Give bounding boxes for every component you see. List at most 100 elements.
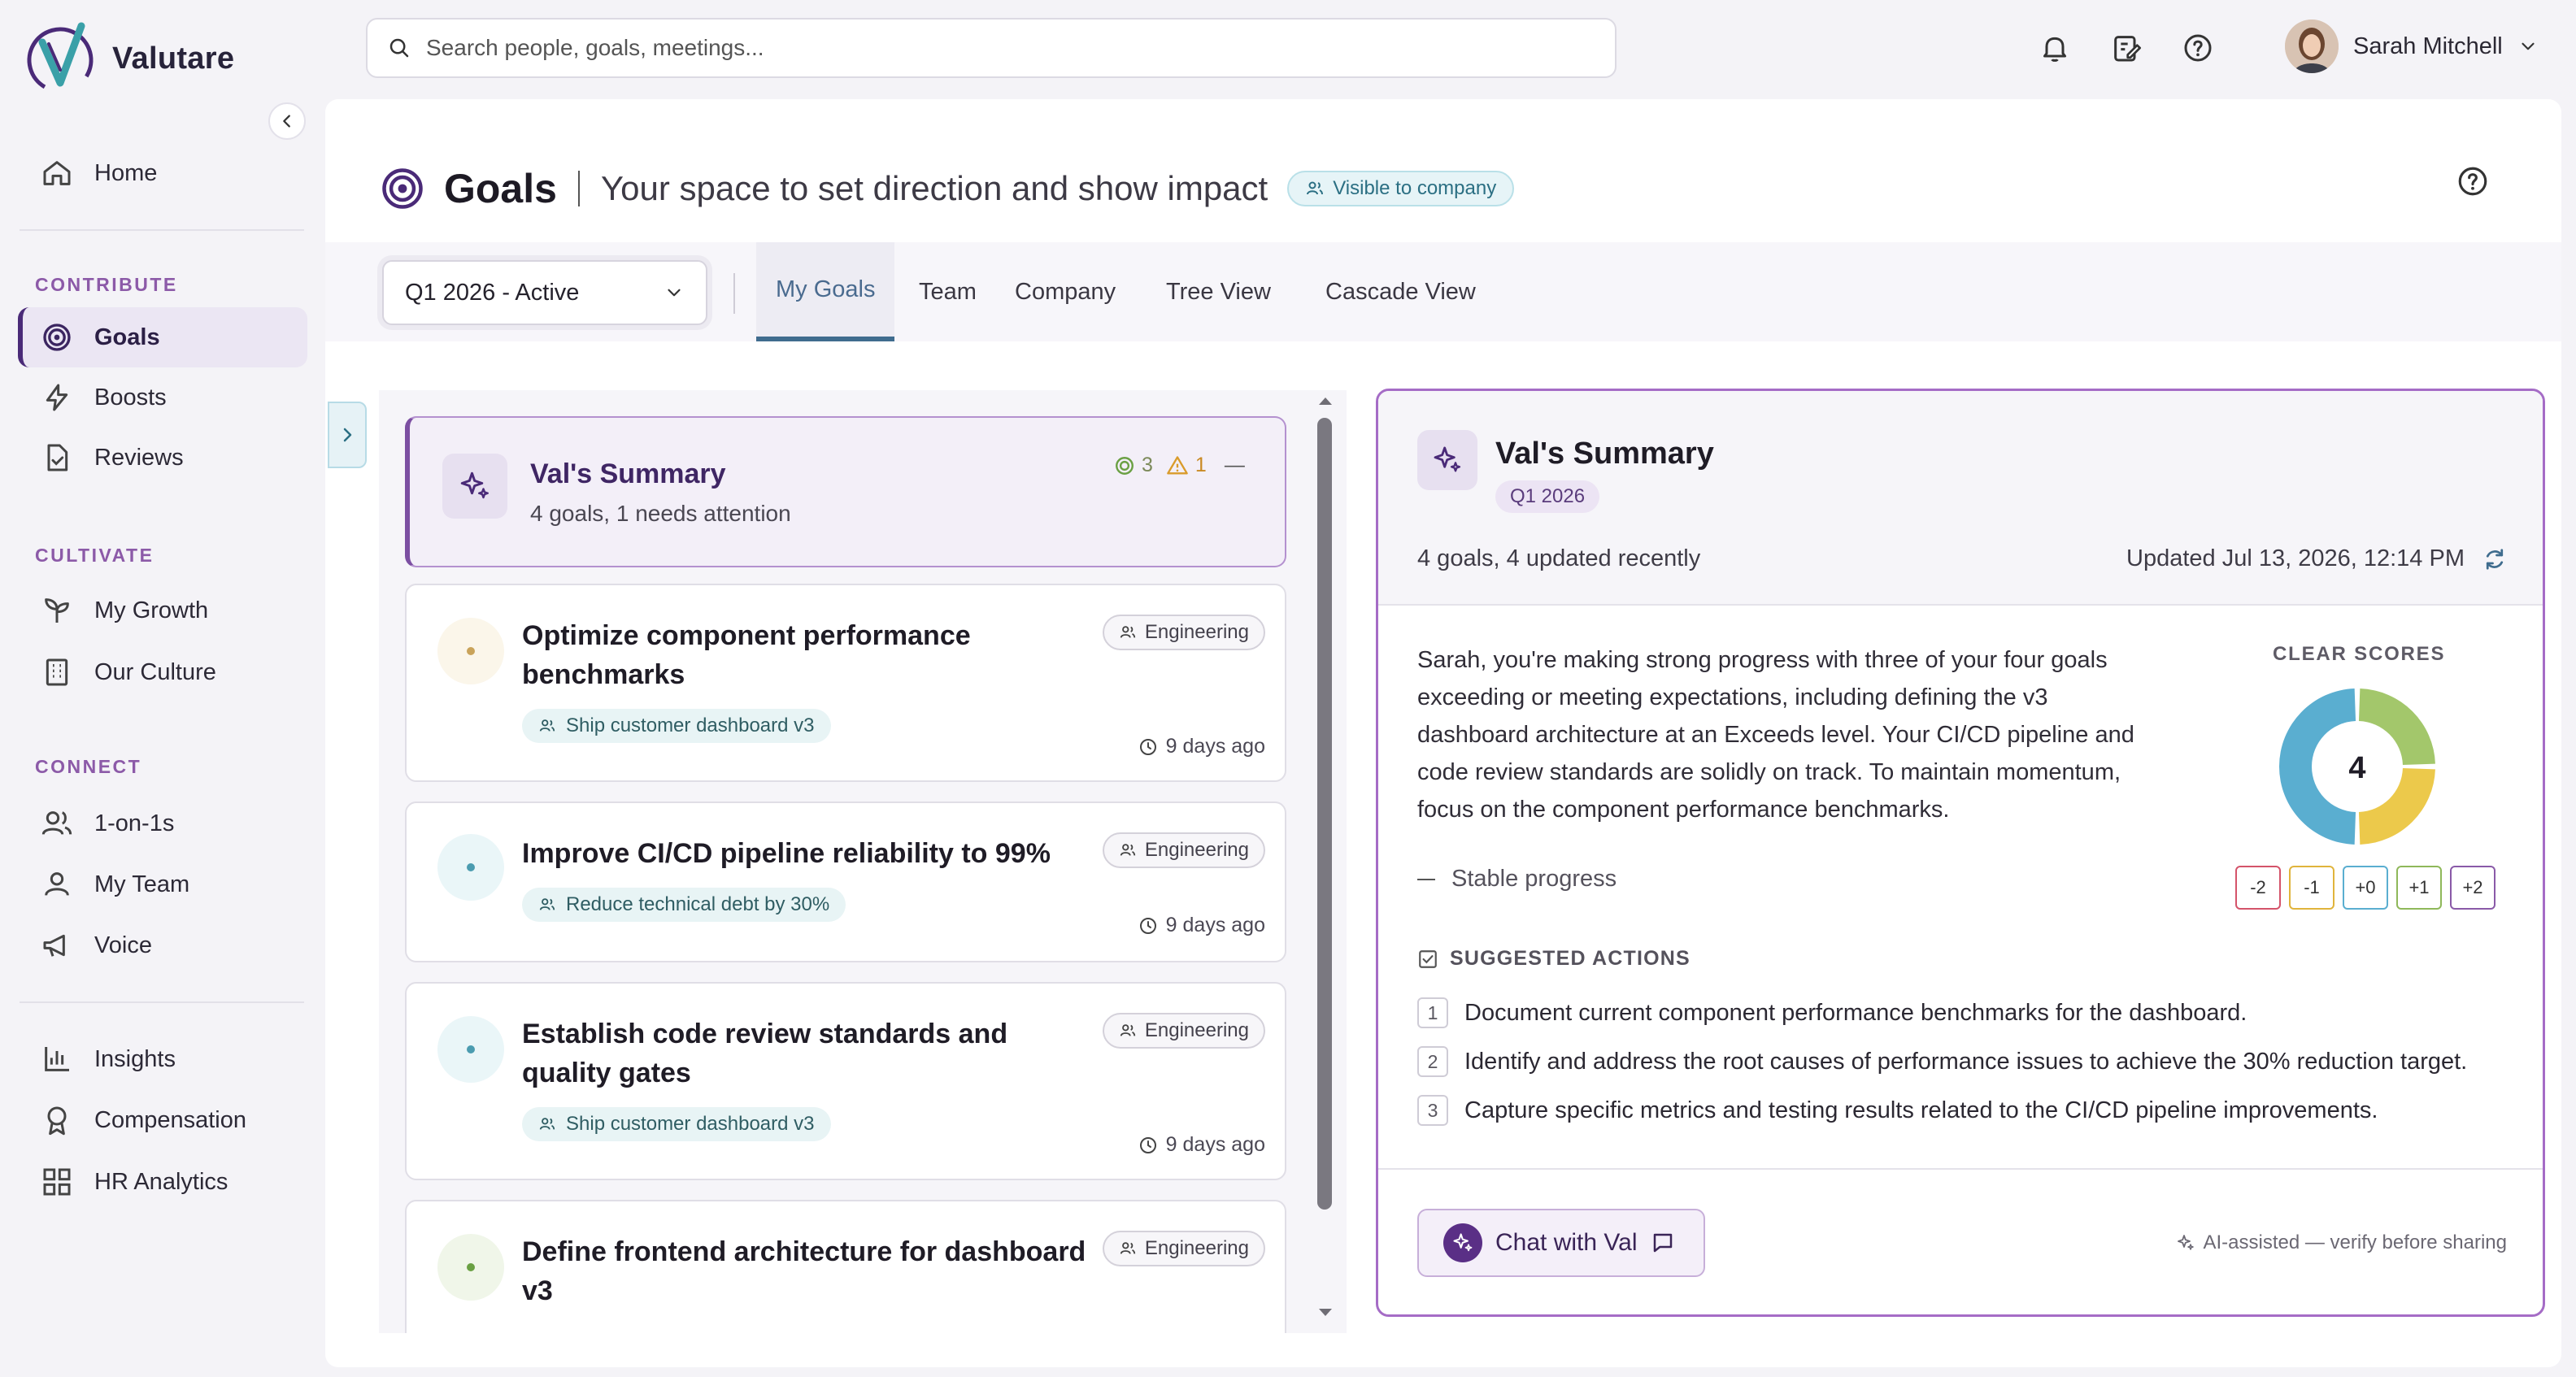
- section-label-cultivate: CULTIVATE: [35, 545, 154, 566]
- goal-card[interactable]: Optimize component performance benchmark…: [405, 584, 1286, 782]
- refresh-icon[interactable]: [2482, 547, 2507, 571]
- people-icon: [539, 719, 555, 732]
- goal-card[interactable]: Establish code review standards and qual…: [405, 982, 1286, 1180]
- sidebar: Valutare Home CONTRIBUTE Goals Boosts Re…: [0, 0, 317, 1377]
- chevron-right-icon: [343, 428, 352, 442]
- action-number: 2: [1417, 1046, 1448, 1077]
- megaphone-icon: [43, 934, 65, 957]
- nav-compensation[interactable]: Compensation: [18, 1090, 307, 1150]
- score-chip[interactable]: +2: [2450, 866, 2496, 910]
- goal-status-indicator: [437, 1016, 504, 1083]
- divider: [733, 273, 735, 314]
- nav-my-team[interactable]: My Team: [18, 854, 307, 914]
- score-chip[interactable]: -2: [2235, 866, 2281, 910]
- nav-my-growth[interactable]: My Growth: [18, 580, 307, 641]
- scroll-thumb[interactable]: [1317, 418, 1332, 1210]
- score-chip[interactable]: +1: [2396, 866, 2442, 910]
- expand-panel-button[interactable]: [328, 402, 367, 468]
- sparkle-icon: [460, 471, 489, 499]
- section-label-connect: CONNECT: [35, 756, 142, 777]
- page-help-button[interactable]: [2456, 164, 2490, 198]
- parent-goal-chip[interactable]: Ship customer dashboard v3: [522, 1107, 831, 1141]
- summary-updated-label: Updated Jul 13, 2026, 12:14 PM: [2126, 545, 2465, 571]
- nav-home[interactable]: Home: [18, 143, 307, 203]
- help-button[interactable]: [2179, 29, 2217, 67]
- tab-cascade-view[interactable]: Cascade View: [1306, 242, 1495, 341]
- user-name: Sarah Mitchell: [2353, 33, 2503, 59]
- user-menu[interactable]: Sarah Mitchell: [2285, 20, 2539, 73]
- donut-segment: [2279, 688, 2356, 845]
- nav-our-culture[interactable]: Our Culture: [18, 642, 307, 702]
- goal-list: Val's Summary 4 goals, 1 needs attention…: [379, 390, 1347, 1333]
- people-icon: [539, 898, 555, 910]
- last-updated-label: 9 days ago: [1165, 735, 1265, 758]
- valutare-logo: [27, 22, 94, 93]
- last-updated-label: 9 days ago: [1165, 1133, 1265, 1156]
- goal-status-indicator: [437, 618, 504, 684]
- people-icon: [1120, 626, 1136, 638]
- brand[interactable]: Valutare: [24, 20, 234, 98]
- parent-goal-chip[interactable]: Ship customer dashboard v3: [522, 709, 831, 743]
- parent-goal-chip[interactable]: Reduce technical debt by 30%: [522, 888, 846, 922]
- summary-updated: Updated Jul 13, 2026, 12:14 PM: [2126, 545, 2507, 572]
- parent-goal-label: Ship customer dashboard v3: [566, 715, 815, 736]
- suggested-action: 2 Identify and address the root causes o…: [1417, 1046, 2467, 1077]
- tab-my-goals[interactable]: My Goals: [756, 242, 895, 341]
- score-chip[interactable]: +0: [2343, 866, 2388, 910]
- suggested-actions-label: SUGGESTED ACTIONS: [1450, 947, 1690, 970]
- collapse-sidebar-button[interactable]: [268, 102, 306, 140]
- trend-label: Stable progress: [1451, 866, 1617, 892]
- sparkle-icon: [1434, 446, 1461, 472]
- quarter-select[interactable]: Q1 2026 - Active: [382, 260, 707, 325]
- score-chip[interactable]: -1: [2289, 866, 2334, 910]
- clear-scores-donut: 4: [2279, 688, 2435, 845]
- notes-button[interactable]: [2108, 29, 2145, 67]
- department-badge: Engineering: [1102, 1231, 1265, 1266]
- val-summary-card[interactable]: Val's Summary 4 goals, 1 needs attention…: [405, 416, 1286, 567]
- sparkle-icon: [1443, 1223, 1482, 1262]
- nav-hr-analytics[interactable]: HR Analytics: [18, 1152, 307, 1212]
- notifications-button[interactable]: [2036, 29, 2073, 67]
- visibility-label: Visible to company: [1333, 177, 1497, 199]
- nav-goals[interactable]: Goals: [18, 307, 307, 367]
- chat-with-val-button[interactable]: Chat with Val: [1417, 1209, 1705, 1277]
- people-icon: [41, 811, 72, 835]
- val-summary-panel: Val's Summary Q1 2026 4 goals, 4 updated…: [1376, 389, 2545, 1317]
- nav-label: HR Analytics: [94, 1168, 228, 1195]
- sparkle-icon-box: [1417, 430, 1477, 490]
- search-input[interactable]: [426, 35, 1564, 61]
- trend-status: Stable progress: [1417, 866, 1617, 893]
- scroll-up-icon: [1319, 397, 1332, 405]
- clock-icon: [1139, 1136, 1156, 1153]
- search-bar[interactable]: [366, 18, 1617, 78]
- nav-label: Compensation: [94, 1106, 246, 1133]
- scroll-down-icon: [1319, 1309, 1332, 1316]
- goal-list-scrollbar[interactable]: [1311, 390, 1340, 1333]
- nav-label: 1-on-1s: [94, 810, 175, 836]
- department-label: Engineering: [1144, 1019, 1249, 1041]
- divider: [577, 171, 580, 206]
- last-updated: 9 days ago: [1138, 1133, 1265, 1157]
- visibility-badge: Visible to company: [1287, 171, 1515, 206]
- nav-reviews[interactable]: Reviews: [18, 428, 307, 488]
- summary-stats: 3 1 —: [1114, 454, 1245, 477]
- divider: [20, 229, 304, 231]
- tab-company[interactable]: Company: [995, 242, 1135, 341]
- ai-disclaimer-label: AI-assisted — verify before sharing: [2203, 1231, 2508, 1253]
- tab-team[interactable]: Team: [899, 242, 996, 341]
- donut-segment: [2358, 688, 2435, 766]
- nav-voice[interactable]: Voice: [18, 915, 307, 975]
- goal-card[interactable]: Define frontend architecture for dashboa…: [405, 1200, 1286, 1333]
- bar-chart-icon: [45, 1047, 69, 1071]
- quarter-badge: Q1 2026: [1495, 480, 1600, 513]
- nav-boosts[interactable]: Boosts: [18, 367, 307, 428]
- nav-label: My Team: [94, 871, 190, 897]
- goal-title: Improve CI/CD pipeline reliability to 99…: [522, 838, 1051, 869]
- nav-insights[interactable]: Insights: [18, 1029, 307, 1089]
- tab-tree-view[interactable]: Tree View: [1147, 242, 1290, 341]
- brand-name: Valutare: [112, 41, 235, 76]
- parent-goal-label: Reduce technical debt by 30%: [566, 893, 830, 915]
- help-circle-icon: [2184, 34, 2212, 62]
- nav-1-on-1s[interactable]: 1-on-1s: [18, 793, 307, 854]
- goal-card[interactable]: Improve CI/CD pipeline reliability to 99…: [405, 801, 1286, 962]
